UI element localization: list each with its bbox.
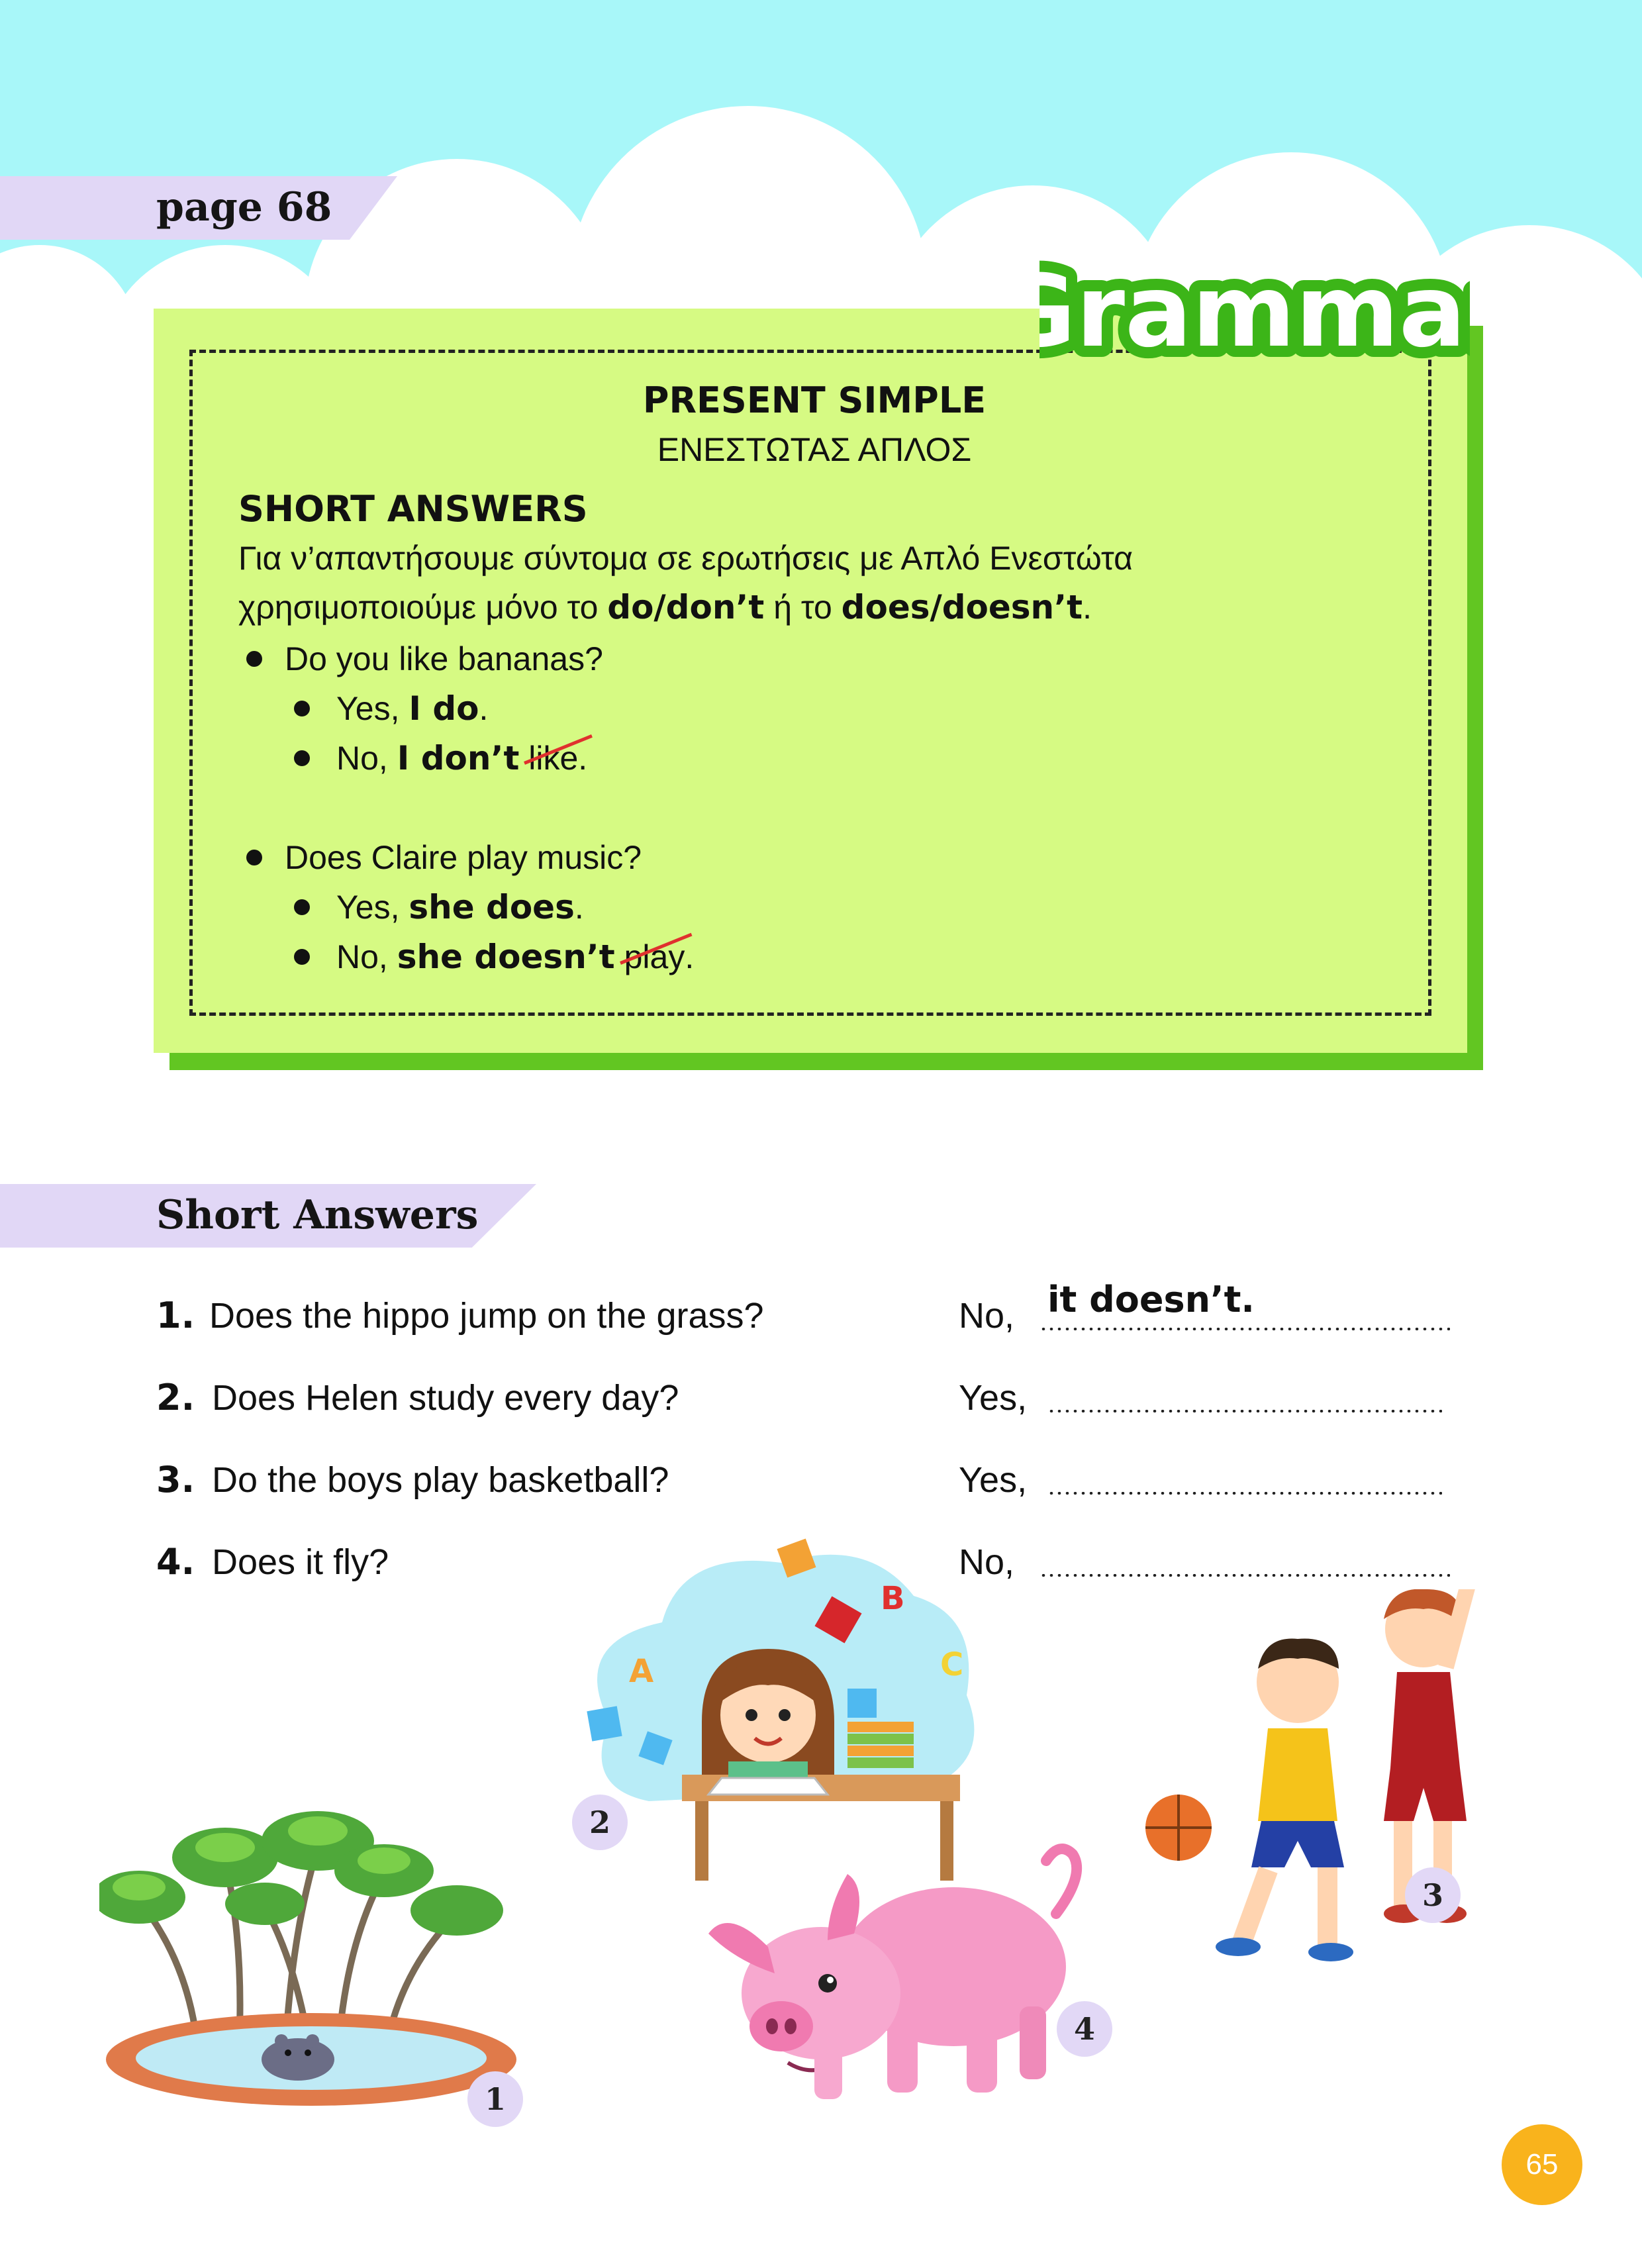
answer-text: . — [685, 938, 695, 975]
page-tag-label: page 68 — [156, 184, 332, 230]
bullet — [294, 750, 310, 766]
grammar-title-text: Grammar — [1039, 254, 1470, 370]
item-number: 3. — [156, 1459, 195, 1501]
answer-prefix: No, — [959, 1296, 1015, 1336]
explanation-text: ή το — [764, 589, 842, 626]
answer-line[interactable] — [1039, 1328, 1450, 1330]
grammar-subheading: SHORT ANSWERS — [238, 488, 588, 530]
answer-bold: I don’t — [397, 739, 520, 777]
answer-line[interactable] — [1047, 1410, 1442, 1412]
item-question: Do the boys play basketball? — [212, 1460, 669, 1500]
grammar-heading: PRESENT SIMPLE — [642, 379, 987, 421]
item-number: 2. — [156, 1377, 195, 1418]
pig-illustration — [708, 1844, 1083, 2099]
grammar-explanation-line2: χρησιμοποιούμε μόνο το do/don’t ή το doe… — [238, 591, 1092, 624]
answer-text: . — [578, 740, 588, 777]
example1-yes: Yes, I do. — [336, 692, 488, 725]
answer-line[interactable] — [1039, 1574, 1450, 1577]
picture-badge: 1 — [467, 2071, 523, 2127]
filled-answer: it doesn’t. — [1047, 1279, 1255, 1320]
example1-question: Do you like bananas? — [285, 640, 603, 677]
answer-prefix: Yes, — [959, 1460, 1028, 1500]
struck-word: play — [619, 932, 693, 973]
explanation-bold-does: does/doesn’t — [841, 588, 1083, 626]
answer-text: No, — [336, 740, 397, 777]
bullet — [294, 701, 310, 716]
exercise-tag: Short Answers — [0, 1184, 536, 1248]
item-question: Does Helen study every day? — [212, 1378, 679, 1418]
example2-yes: Yes, she does. — [336, 891, 584, 924]
hippo-pond-illustration — [99, 1811, 516, 2106]
decorative-letter: C — [940, 1646, 963, 1683]
bullet — [246, 651, 262, 667]
grammar-title: Grammar Grammar — [1039, 246, 1470, 376]
picture-badge: 3 — [1405, 1867, 1461, 1923]
grammar-explanation-line1: Για ν’απαντήσουμε σύντομα σε ερωτήσεις μ… — [238, 540, 1133, 577]
picture-badge: 4 — [1057, 2001, 1112, 2057]
explanation-text: χρησιμοποιούμε μόνο το — [238, 589, 608, 626]
answer-text: Yes, — [336, 690, 409, 727]
grammar-heading-greek: ΕΝΕΣΤΩΤΑΣ ΑΠΛΟΣ — [657, 431, 972, 468]
page-tag: page 68 — [0, 176, 397, 240]
decorative-letter: A — [629, 1653, 653, 1690]
answer-text: Yes, — [336, 889, 409, 926]
picture-badge: 2 — [572, 1795, 628, 1850]
answer-bold: she does — [409, 888, 575, 926]
decorative-letter: B — [881, 1580, 905, 1617]
page-number: 65 — [1502, 2124, 1582, 2205]
bullet — [294, 899, 310, 915]
example2-no: No, she doesn’t play. — [336, 932, 695, 976]
example2-question: Does Claire play music? — [285, 839, 642, 876]
bullet — [294, 949, 310, 965]
example1-no: No, I don’t like. — [336, 734, 593, 777]
item-number: 4. — [156, 1541, 195, 1583]
item-question: Does the hippo jump on the grass? — [209, 1296, 764, 1336]
boys-basketball-illustration — [1145, 1589, 1478, 1961]
answer-text: No, — [336, 938, 397, 975]
answer-bold: she doesn’t — [397, 938, 615, 976]
answer-line[interactable] — [1047, 1492, 1442, 1495]
item-question: Does it fly? — [212, 1542, 389, 1582]
explanation-text: . — [1083, 589, 1092, 626]
struck-word: like — [524, 734, 593, 775]
bullet — [246, 850, 262, 865]
answer-text: . — [574, 889, 584, 926]
exercise-title: Short Answers — [156, 1192, 479, 1238]
explanation-bold-do: do/don’t — [607, 588, 765, 626]
answer-bold: I do — [409, 689, 479, 728]
answer-text: . — [479, 690, 489, 727]
item-number: 1. — [156, 1295, 195, 1336]
answer-prefix: Yes, — [959, 1378, 1028, 1418]
